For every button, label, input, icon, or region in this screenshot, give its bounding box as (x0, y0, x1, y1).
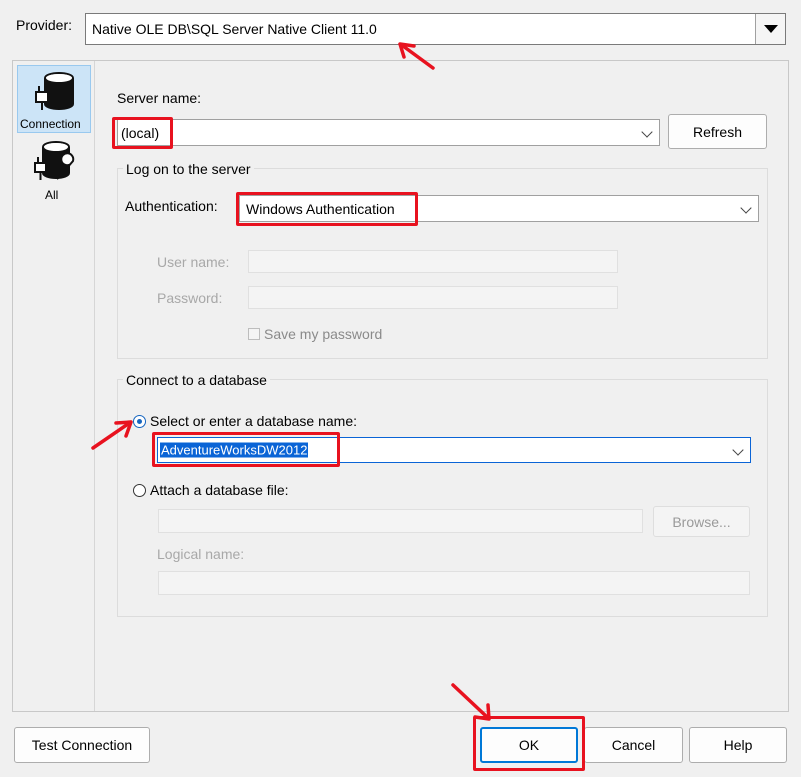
provider-dropdown-button[interactable] (755, 14, 785, 44)
database-wrench-icon (34, 141, 75, 180)
database-group-title: Connect to a database (123, 372, 270, 388)
sidebar-item-all-label: All (45, 188, 59, 202)
chevron-down-icon[interactable] (732, 444, 744, 456)
highlight-box-ok-button (473, 716, 585, 771)
highlight-box-authentication (236, 192, 418, 226)
logical-name-field (158, 571, 750, 595)
password-field (248, 286, 618, 309)
authentication-label: Authentication: (125, 198, 218, 214)
browse-button: Browse... (653, 506, 750, 537)
provider-label: Provider: (16, 17, 73, 33)
sidebar-item-connection-label: Connection (20, 117, 81, 131)
chevron-down-icon[interactable] (641, 126, 653, 138)
triangle-down-icon (764, 25, 778, 33)
save-password-label: Save my password (264, 326, 383, 342)
attach-file-field (158, 509, 643, 533)
test-connection-button[interactable]: Test Connection (14, 727, 150, 763)
select-database-label[interactable]: Select or enter a database name: (150, 413, 357, 429)
username-field (248, 250, 618, 273)
save-password-checkbox (248, 328, 260, 340)
annotation-arrow-icon (91, 420, 133, 450)
database-plug-icon (35, 72, 74, 110)
chevron-down-icon[interactable] (740, 202, 752, 214)
help-button[interactable]: Help (689, 727, 787, 763)
highlight-box-database-name (152, 432, 340, 467)
password-label: Password: (157, 290, 223, 306)
highlight-box-server-name (112, 117, 173, 149)
username-label: User name: (157, 254, 230, 270)
annotation-arrow-icon (398, 42, 435, 70)
cancel-button[interactable]: Cancel (584, 727, 683, 763)
provider-value: Native OLE DB\SQL Server Native Client 1… (92, 21, 377, 37)
logical-name-label: Logical name: (157, 546, 245, 562)
attach-database-label[interactable]: Attach a database file: (150, 482, 289, 498)
annotation-arrow-icon (451, 683, 491, 721)
sidebar-item-all[interactable]: All (17, 137, 91, 205)
attach-database-radio[interactable] (133, 484, 146, 497)
server-name-label: Server name: (117, 90, 202, 106)
sidebar-item-connection[interactable]: Connection (17, 65, 91, 133)
server-name-combo[interactable]: (local) (117, 119, 660, 146)
logon-group-title: Log on to the server (123, 161, 254, 177)
refresh-button[interactable]: Refresh (668, 114, 767, 149)
